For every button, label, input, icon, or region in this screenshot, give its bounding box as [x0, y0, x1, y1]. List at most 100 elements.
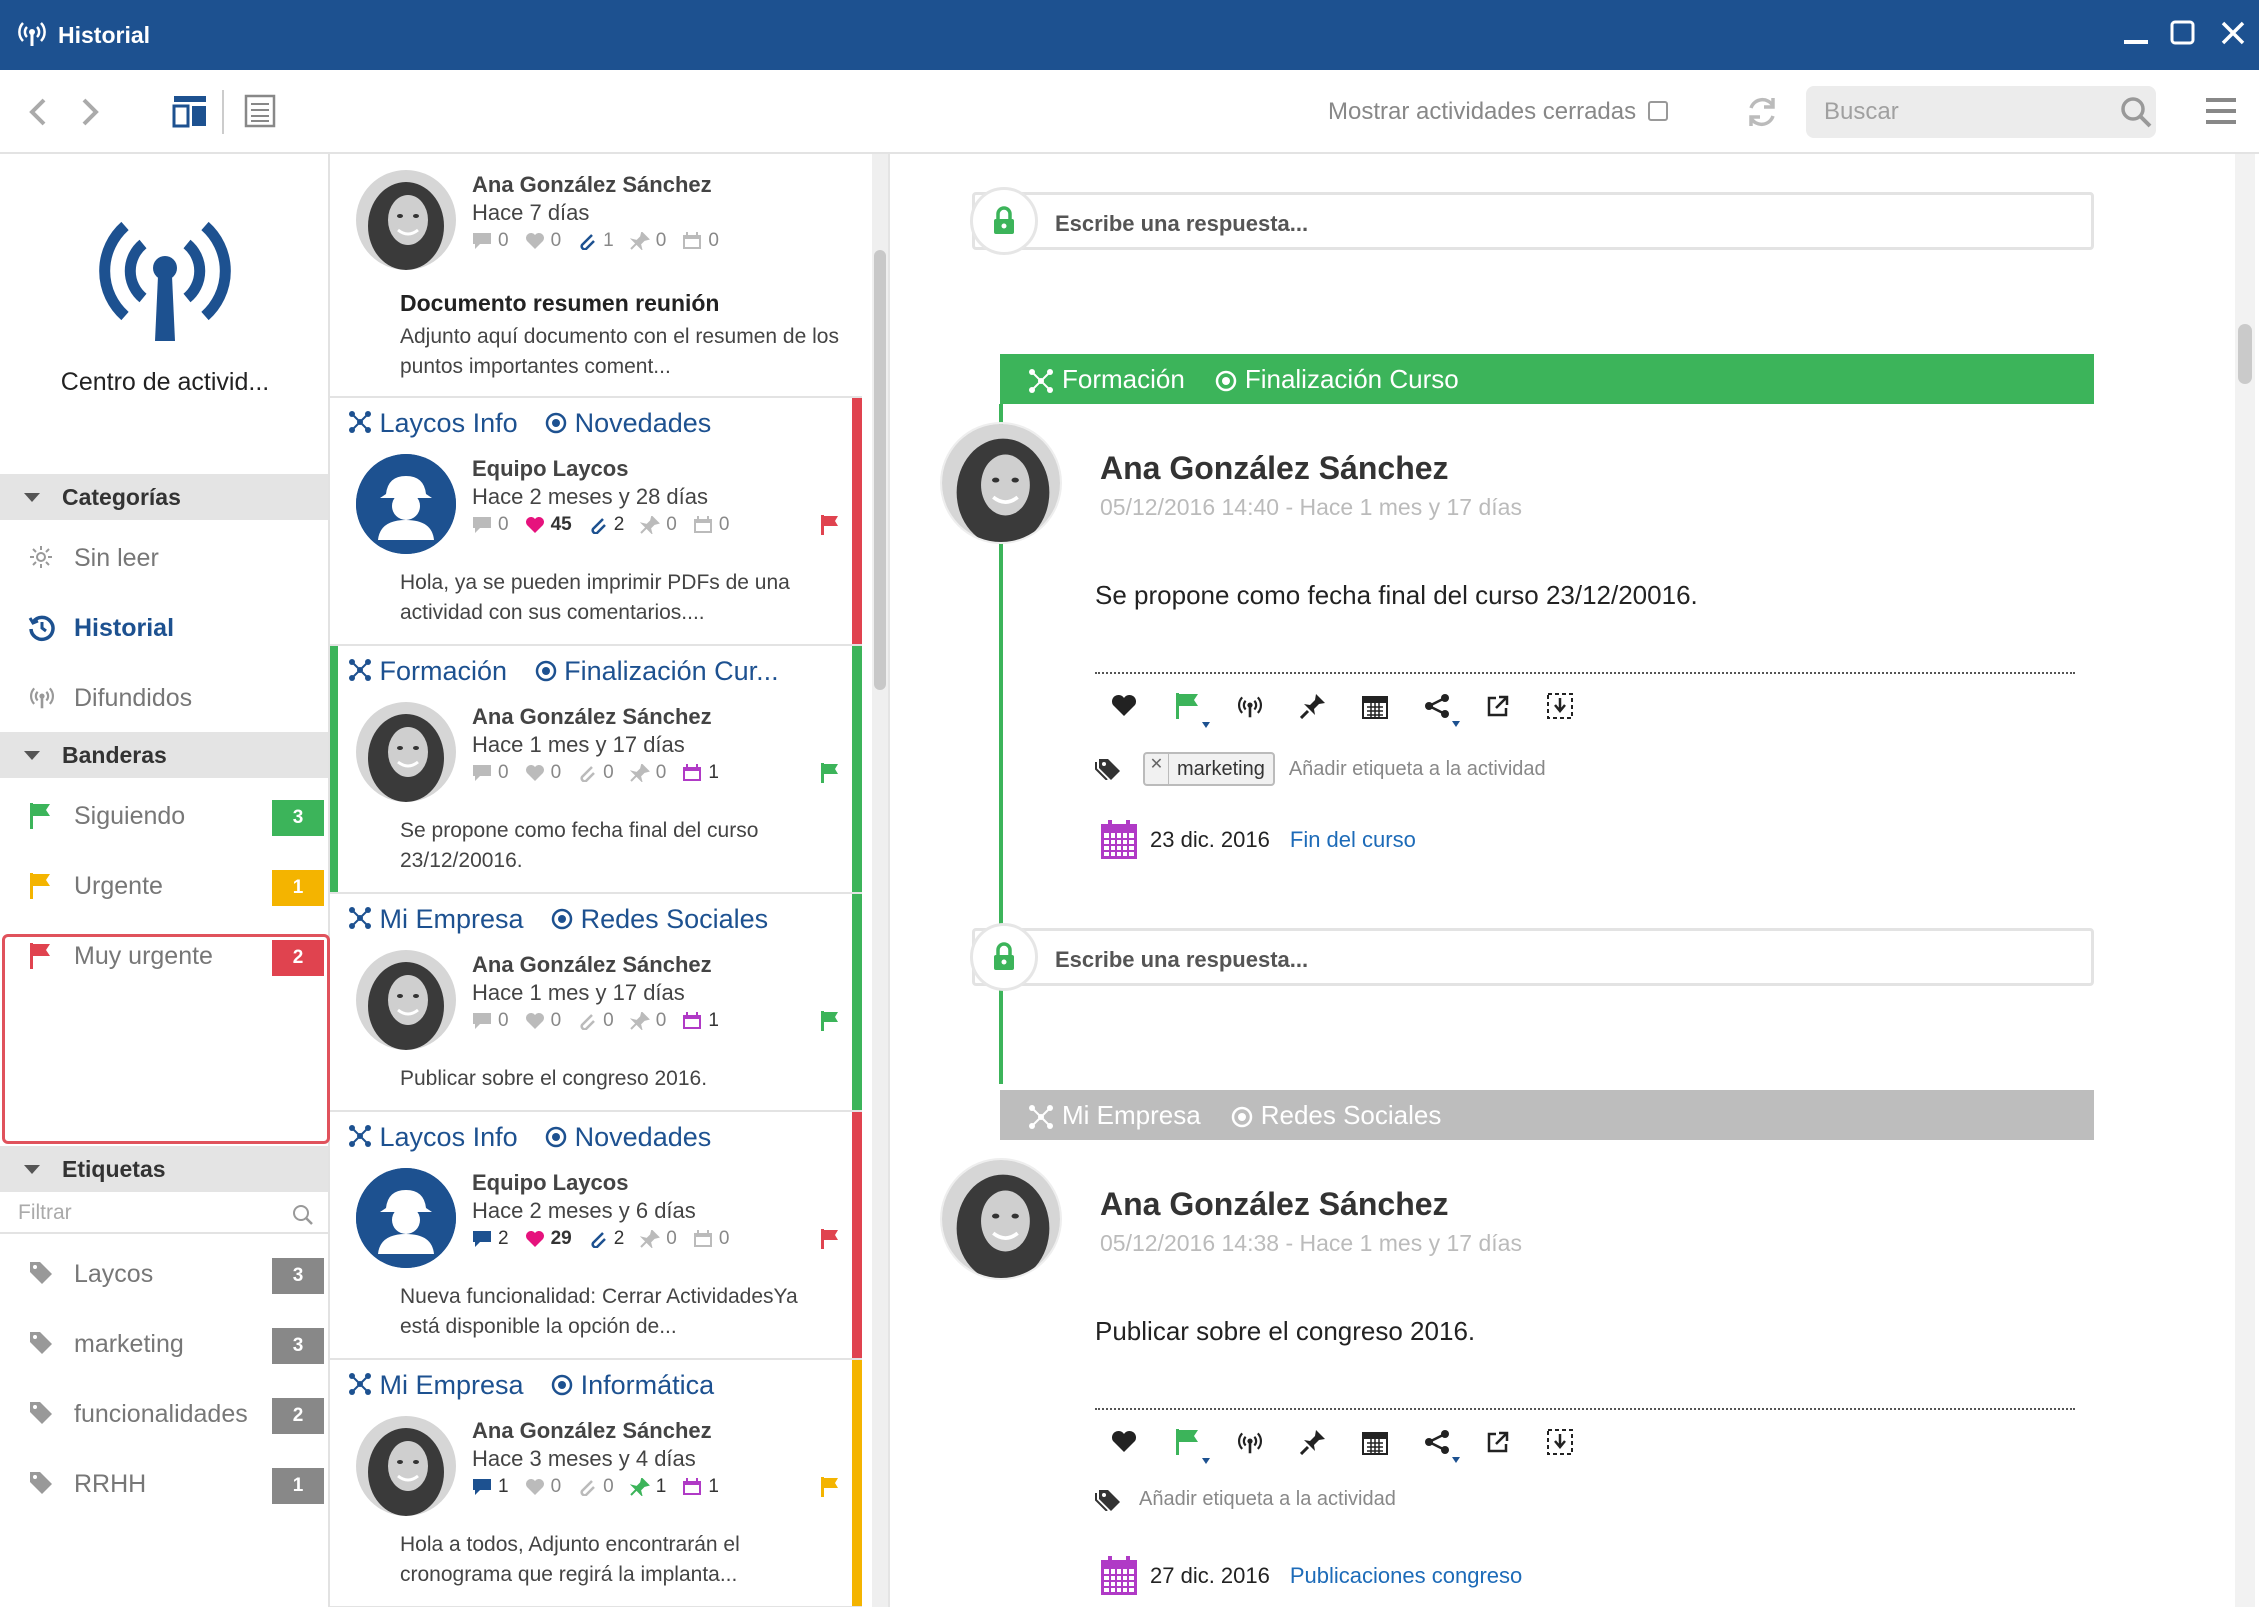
sidebar-item-tag[interactable]: funcionalidades 2 — [0, 1388, 328, 1438]
filter-input[interactable] — [0, 1194, 328, 1234]
subcategory-label[interactable]: Redes Sociales — [1261, 1100, 1442, 1130]
avatar — [356, 950, 456, 1050]
sidebar-item-tag[interactable]: RRHH 1 — [0, 1458, 328, 1508]
flag-icon[interactable] — [820, 1476, 840, 1498]
layout-split-icon[interactable] — [172, 94, 208, 128]
close-button[interactable] — [2220, 20, 2246, 46]
tags-icon — [1095, 1489, 1120, 1511]
sidebar-item-sin-leer[interactable]: Sin leer — [0, 532, 328, 582]
pin-icon — [629, 1478, 650, 1496]
subcategory-label[interactable]: Finalización Curso — [1245, 364, 1459, 394]
remove-tag-icon[interactable]: ✕ — [1145, 753, 1169, 785]
activity-excerpt: Hola a todos, Adjunto encontrarán el cro… — [400, 1533, 740, 1586]
list-item[interactable]: Ana González Sánchez Hace 7 días 0 0 1 0… — [330, 154, 862, 398]
maximize-button[interactable] — [2170, 20, 2196, 46]
activity-list: Ana González Sánchez Hace 7 días 0 0 1 0… — [330, 154, 890, 1607]
network-icon — [349, 907, 371, 929]
activity-stats: 0 45 2 0 0 — [472, 514, 745, 536]
pin-icon — [640, 516, 661, 534]
search-input[interactable] — [1806, 86, 2156, 138]
list-item[interactable]: Laycos Info Novedades Equipo Laycos Hace… — [330, 398, 862, 646]
search-icon[interactable] — [2120, 96, 2152, 128]
list-item[interactable]: Mi Empresa Informática Ana González Sánc… — [330, 1360, 862, 1607]
list-item[interactable]: Formación Finalización Cur... Ana Gonzál… — [330, 646, 862, 894]
broadcast-icon[interactable] — [1236, 693, 1264, 719]
events-count: 1 — [708, 1010, 719, 1031]
show-closed-checkbox[interactable] — [1648, 101, 1668, 121]
sidebar-item-urgente[interactable]: Urgente 1 — [0, 860, 328, 910]
share-icon[interactable] — [1424, 1429, 1460, 1463]
avatar — [356, 1168, 456, 1268]
likes-stat: 45 — [525, 514, 572, 536]
move-icon[interactable] — [1546, 692, 1574, 720]
tag-label: marketing — [1177, 757, 1265, 780]
menu-icon[interactable] — [2206, 96, 2236, 126]
broadcast-icon[interactable] — [1236, 1429, 1264, 1455]
calendar-icon[interactable] — [1362, 1429, 1388, 1455]
count-badge: 2 — [272, 1398, 324, 1434]
external-link-icon[interactable] — [1486, 694, 1510, 718]
sidebar-item-historial[interactable]: Historial — [0, 602, 328, 652]
flag-icon[interactable] — [820, 514, 840, 536]
section-header-banderas[interactable]: Banderas — [0, 732, 328, 778]
list-item[interactable]: Mi Empresa Redes Sociales Ana González S… — [330, 894, 862, 1112]
flag-icon[interactable] — [820, 1010, 840, 1032]
target-icon — [551, 908, 573, 930]
comments-count: 0 — [498, 762, 509, 783]
layout-list-icon[interactable] — [244, 94, 276, 128]
comments-count: 0 — [498, 1010, 509, 1031]
search-icon[interactable] — [292, 1204, 314, 1226]
activity-date: 05/12/2016 14:38 - Hace 1 mes y 17 días — [1100, 1230, 1522, 1256]
reply-input[interactable]: Escribe una respuesta... — [972, 192, 2094, 250]
activity-stats: 1 0 0 1 1 — [472, 1476, 735, 1498]
calendar-icon — [1101, 820, 1137, 859]
list-scrollbar-thumb[interactable] — [874, 250, 886, 690]
section-header-etiquetas[interactable]: Etiquetas — [0, 1146, 328, 1192]
pins-count: 0 — [666, 514, 677, 535]
external-link-icon[interactable] — [1486, 1430, 1510, 1454]
flag-icon[interactable] — [1174, 1428, 1210, 1464]
avatar — [940, 422, 1062, 544]
events-stat: 1 — [682, 762, 719, 784]
sidebar-item-tag[interactable]: marketing 3 — [0, 1318, 328, 1368]
sidebar-item-siguiendo[interactable]: Siguiendo 3 — [0, 790, 328, 840]
activity-excerpt: Publicar sobre el congreso 2016. — [400, 1067, 708, 1090]
flag-icon[interactable] — [820, 1228, 840, 1250]
events-stat: 1 — [682, 1010, 719, 1032]
flag-icon[interactable] — [820, 762, 840, 784]
move-icon[interactable] — [1546, 1428, 1574, 1456]
minimize-button[interactable] — [2124, 30, 2150, 44]
reply-input[interactable]: Escribe una respuesta... — [972, 928, 2094, 986]
heart-icon[interactable] — [1110, 1430, 1138, 1454]
category-label[interactable]: Formación — [1062, 364, 1185, 394]
network-icon — [349, 659, 371, 681]
category-label: Mi Empresa — [379, 904, 524, 934]
share-icon[interactable] — [1424, 693, 1460, 727]
flag-icon[interactable] — [1174, 692, 1210, 728]
event-link[interactable]: Publicaciones congreso — [1290, 1563, 1522, 1589]
back-button[interactable] — [26, 96, 48, 128]
tag-chip[interactable]: ✕ marketing — [1143, 752, 1275, 786]
section-header-categorias[interactable]: Categorías — [0, 474, 328, 520]
pin-icon[interactable] — [1300, 1429, 1326, 1455]
sidebar-item-muy-urgente[interactable]: Muy urgente 2 — [0, 930, 328, 980]
category-label[interactable]: Mi Empresa — [1062, 1100, 1201, 1130]
activity-excerpt: Hola, ya se pueden imprimir PDFs de una … — [400, 571, 790, 624]
activity-date: 05/12/2016 14:40 - Hace 1 mes y 17 días — [1100, 494, 1522, 520]
calendar-icon[interactable] — [1362, 693, 1388, 719]
toolbar-divider — [222, 90, 224, 134]
forward-button[interactable] — [80, 96, 102, 128]
pin-icon[interactable] — [1300, 693, 1326, 719]
refresh-icon[interactable] — [1744, 94, 1780, 130]
event-link[interactable]: Fin del curso — [1290, 827, 1416, 853]
category-label: Laycos Info — [379, 1122, 518, 1152]
tag-icon — [28, 1400, 54, 1426]
heart-icon[interactable] — [1110, 694, 1138, 718]
detail-scrollbar-thumb[interactable] — [2238, 324, 2252, 384]
add-tag-link[interactable]: Añadir etiqueta a la actividad — [1289, 758, 1546, 781]
list-item[interactable]: Laycos Info Novedades Equipo Laycos Hace… — [330, 1112, 862, 1360]
add-tag-link[interactable]: Añadir etiqueta a la actividad — [1139, 1488, 1396, 1511]
sidebar-item-difundidos[interactable]: Difundidos — [0, 672, 328, 722]
comments-stat: 0 — [472, 1010, 509, 1032]
sidebar-item-tag[interactable]: Laycos 3 — [0, 1248, 328, 1298]
